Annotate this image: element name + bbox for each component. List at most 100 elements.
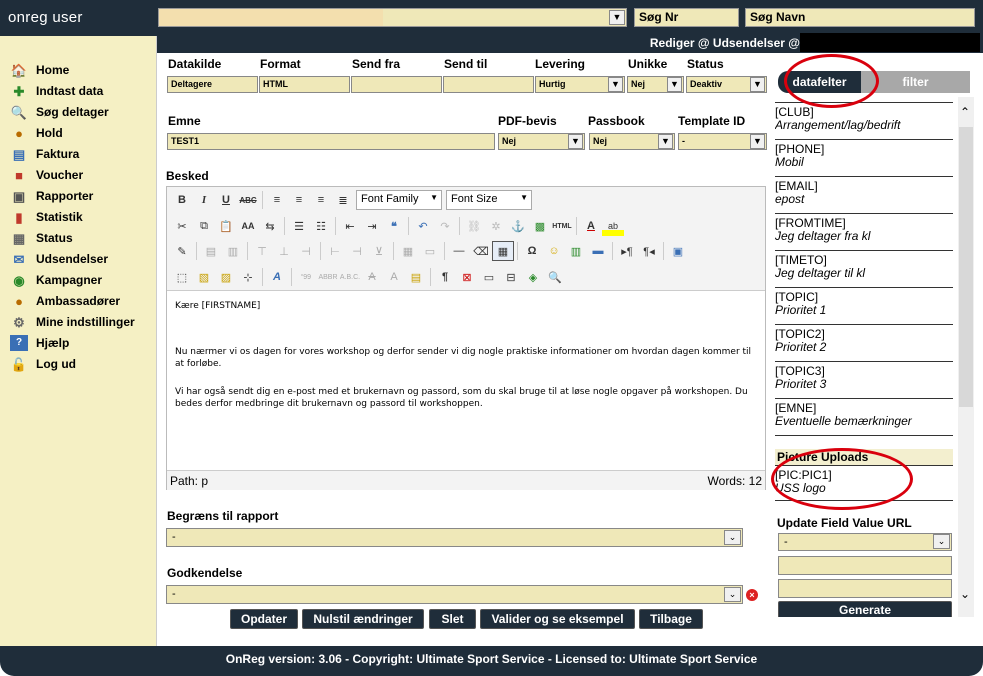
ltr-icon[interactable]: ▸¶ [616, 241, 638, 261]
omega-icon[interactable]: Ω [521, 241, 543, 261]
chevron-down-icon[interactable]: ▼ [658, 134, 673, 149]
table-row-after-icon[interactable]: ⊥ [273, 241, 295, 261]
abbr-icon[interactable]: ABBR [317, 267, 339, 287]
sidebar-item-home[interactable]: 🏠 Home [10, 60, 69, 80]
list-item[interactable]: [FROMTIME] Jeg deltager fra kl [775, 213, 953, 243]
template-icon[interactable]: ▭ [478, 267, 500, 287]
chevron-down-icon[interactable]: ▼ [750, 77, 765, 92]
sidebar-item-hold[interactable]: ● Hold [10, 123, 63, 143]
blockquote-icon[interactable]: ❝ [383, 216, 405, 236]
cut-icon[interactable]: ✂ [171, 216, 193, 236]
emne-field[interactable]: TEST1 [167, 133, 495, 150]
emoticon-icon[interactable]: ☺ [543, 241, 565, 261]
align-left-button[interactable]: ≡ [266, 190, 288, 210]
reset-button[interactable]: Nulstil ændringer [302, 609, 424, 629]
chevron-down-icon[interactable]: ⌄ [724, 587, 741, 602]
chevron-down-icon[interactable]: ▼ [750, 134, 765, 149]
find-icon[interactable]: AA [237, 216, 259, 236]
back-button[interactable]: Tilbage [639, 609, 703, 629]
chevron-down-icon[interactable]: ⌄ [933, 534, 950, 549]
list-item[interactable]: [TOPIC2] Prioritet 2 [775, 324, 953, 354]
media-icon[interactable]: ▥ [565, 241, 587, 261]
acronym-icon[interactable]: A.B.C. [339, 267, 361, 287]
send-til-field[interactable] [443, 76, 534, 93]
passbook-select[interactable]: Nej ▼ [589, 133, 675, 150]
list-item[interactable]: [TOPIC3] Prioritet 3 [775, 361, 953, 391]
align-right-button[interactable]: ≡ [310, 190, 332, 210]
table-col-after-icon[interactable]: ⊣ [346, 241, 368, 261]
table-delete-icon[interactable]: ▥ [222, 241, 244, 261]
datakilde-field[interactable]: Deltagere [167, 76, 258, 93]
sidebar-item-indtast-data[interactable]: ✚ Indtast data [10, 81, 104, 101]
attributes-icon[interactable]: ▤ [405, 267, 427, 287]
format-field[interactable]: HTML [259, 76, 350, 93]
sidebar-item-ambassadorer[interactable]: ● Ambassadører [10, 291, 120, 311]
layer-back-icon[interactable]: ▨ [215, 267, 237, 287]
pagebreak-icon[interactable]: ⊟ [500, 267, 522, 287]
chevron-down-icon[interactable]: ▼ [568, 134, 583, 149]
clear-icon[interactable]: × [746, 589, 758, 601]
horizontal-rule-icon[interactable]: — [448, 241, 470, 261]
template-id-select[interactable]: - ▼ [678, 133, 767, 150]
table-row-delete-icon[interactable]: ⊣ [295, 241, 317, 261]
merge-cells-icon[interactable]: ▭ [419, 241, 441, 261]
chevron-down-icon[interactable]: ▼ [609, 10, 625, 25]
editor-content[interactable]: Kære [FIRSTNAME] Nu nærmer vi os dagen f… [175, 300, 755, 410]
numbered-list-icon[interactable]: ☷ [310, 216, 332, 236]
underline-button[interactable]: U [215, 190, 237, 210]
list-item[interactable]: [TOPIC] Prioritet 1 [775, 287, 953, 317]
sidebar-item-statistik[interactable]: ▮ Statistik [10, 207, 82, 227]
align-justify-button[interactable]: ≣ [332, 190, 354, 210]
sidebar-item-hjaelp[interactable]: ? Hjælp [10, 333, 69, 353]
table-col-delete-icon[interactable]: ⊻ [368, 241, 390, 261]
styles-icon[interactable]: A [266, 267, 288, 287]
copy-icon[interactable]: ⧉ [193, 216, 215, 236]
fullscreen-icon[interactable]: ▣ [667, 241, 689, 261]
ins-icon[interactable]: A [383, 267, 405, 287]
table-row-before-icon[interactable]: ⊤ [251, 241, 273, 261]
edit-icon[interactable]: ✎ [171, 241, 193, 261]
del-icon[interactable]: A [361, 267, 383, 287]
link-icon[interactable]: ⛓ [463, 216, 485, 236]
generate-button[interactable]: Generate [778, 601, 952, 617]
validate-button[interactable]: Valider og se eksempel [480, 609, 635, 629]
italic-button[interactable]: I [193, 190, 215, 210]
sidebar-item-sog-deltager[interactable]: 🔍 Søg deltager [10, 102, 109, 122]
chevron-down-icon[interactable]: ⌄ [960, 587, 970, 601]
delete-button[interactable]: Slet [429, 609, 476, 629]
unlink-icon[interactable]: ✲ [485, 216, 507, 236]
redo-icon[interactable]: ↷ [434, 216, 456, 236]
sidebar-item-status[interactable]: ▦ Status [10, 228, 73, 248]
replace-icon[interactable]: ⇆ [259, 216, 281, 236]
send-fra-field[interactable] [351, 76, 442, 93]
indent-icon[interactable]: ⇥ [361, 216, 383, 236]
chevron-up-icon[interactable]: ⌃ [960, 105, 970, 119]
event-select[interactable]: ▼ [158, 8, 627, 27]
scrollbar-thumb[interactable] [959, 127, 973, 407]
search-name-input[interactable]: Søg Navn [745, 8, 975, 27]
image-icon[interactable]: ▩ [529, 216, 551, 236]
update-field-select[interactable]: - ⌄ [778, 533, 952, 551]
search-nr-input[interactable]: Søg Nr [634, 8, 739, 27]
sidebar-item-faktura[interactable]: ▤ Faktura [10, 144, 80, 164]
cite-icon[interactable]: “99 [295, 267, 317, 287]
zoom-icon[interactable]: 🔍 [544, 267, 566, 287]
approval-select[interactable]: - ⌄ [166, 585, 743, 604]
update-button[interactable]: Opdater [230, 609, 298, 629]
list-item[interactable]: [EMAIL] epost [775, 176, 953, 206]
select-all-icon[interactable]: ⬚ [171, 267, 193, 287]
sidebar-item-log-ud[interactable]: 🔓 Log ud [10, 354, 76, 374]
paste-icon[interactable]: 📋 [215, 216, 237, 236]
sidebar-item-udsendelser[interactable]: ✉ Udsendelser [10, 249, 108, 269]
align-center-button[interactable]: ≡ [288, 190, 310, 210]
text-color-icon[interactable]: A [580, 216, 602, 236]
unikke-select[interactable]: Nej ▼ [627, 76, 684, 93]
status-select[interactable]: Deaktiv ▼ [686, 76, 767, 93]
pilcrow-icon[interactable]: ¶ [434, 267, 456, 287]
font-size-select[interactable]: Font Size ▼ [446, 190, 532, 210]
preview-icon[interactable]: ◈ [522, 267, 544, 287]
bullet-list-icon[interactable]: ☰ [288, 216, 310, 236]
bold-button[interactable]: B [171, 190, 193, 210]
chevron-down-icon[interactable]: ▼ [608, 77, 623, 92]
eraser-icon[interactable]: ⌫ [470, 241, 492, 261]
